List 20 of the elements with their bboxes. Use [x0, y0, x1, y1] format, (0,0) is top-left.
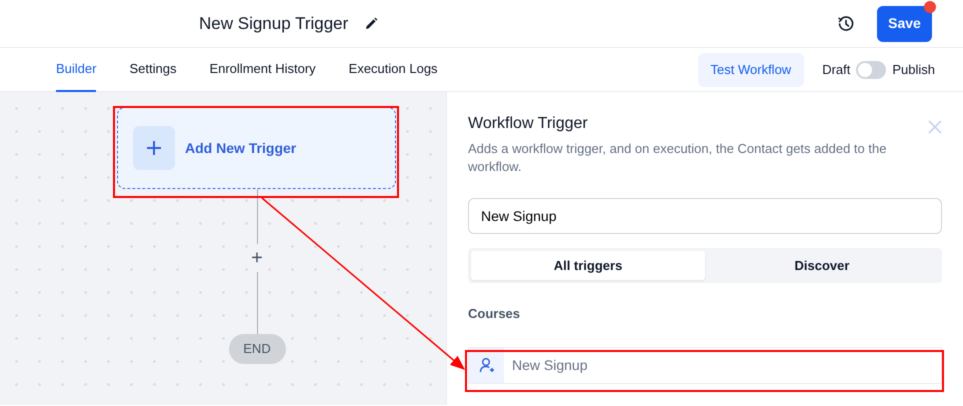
save-button[interactable]: Save — [877, 6, 932, 42]
panel-title: Workflow Trigger — [468, 114, 588, 134]
trigger-list-item[interactable]: New Signup — [468, 346, 942, 384]
trigger-node[interactable]: Add New Trigger — [117, 107, 396, 189]
tab[interactable]: Enrollment History — [209, 48, 316, 92]
trigger-label: Add New Trigger — [185, 138, 296, 158]
segment-tab[interactable]: All triggers — [471, 251, 705, 280]
workflow-title: New Signup Trigger — [199, 12, 348, 35]
draft-label: Draft — [822, 60, 850, 79]
panel-description: Adds a workflow trigger, and on execution, the Contact gets added to the workflow. — [468, 140, 888, 176]
publish-label: Publish — [892, 60, 935, 79]
tab[interactable]: Settings — [129, 48, 176, 92]
segment-tab[interactable]: Discover — [705, 251, 939, 280]
end-node: END — [228, 334, 286, 364]
add-step-button[interactable]: + — [251, 248, 263, 268]
section-heading: Courses — [468, 305, 522, 323]
tab[interactable]: Execution Logs — [348, 48, 438, 92]
trigger-item-label: New Signup — [512, 356, 588, 375]
search-field[interactable]: New Signup — [468, 198, 942, 234]
test-workflow-button[interactable]: Test Workflow — [698, 52, 804, 86]
